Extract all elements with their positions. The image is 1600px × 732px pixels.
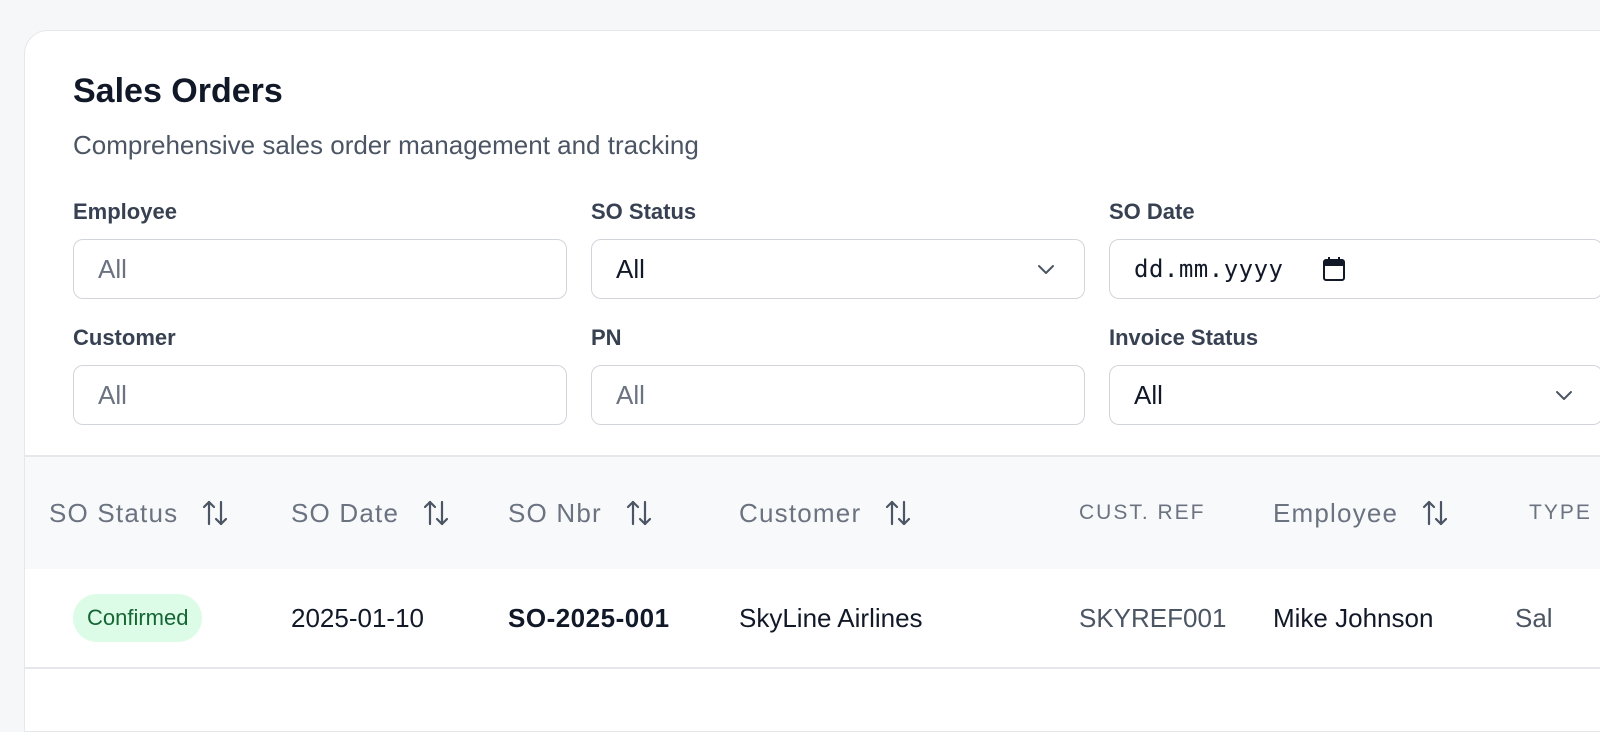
column-header-so-date[interactable]: SO Date [291,457,451,569]
column-header-customer[interactable]: Customer [739,457,913,569]
so-status-filter-label: SO Status [591,199,697,224]
cell-cust-ref: SKYREF001 [1079,602,1227,633]
sort-icon[interactable] [421,498,451,528]
sales-orders-card: Sales Orders Comprehensive sales order m… [24,30,1600,732]
column-header-so-status[interactable]: SO Status [49,457,230,569]
cell-so-date: 2025-01-10 [291,602,424,633]
sort-icon[interactable] [1420,498,1450,528]
table-row[interactable]: Confirmed 2025-01-10 SO-2025-001 SkyLine… [25,569,1600,669]
customer-input[interactable] [98,379,542,411]
pn-input[interactable] [616,379,1060,411]
invoice-status-select[interactable]: All [1109,365,1600,425]
status-badge: Confirmed [73,594,203,642]
column-header-label: Customer [739,497,862,528]
column-header-so-nbr[interactable]: SO Nbr [508,457,654,569]
sort-icon[interactable] [200,498,230,528]
column-header-employee[interactable]: Employee [1273,457,1450,569]
page-subtitle: Comprehensive sales order management and… [73,130,699,160]
so-date-filter-label: SO Date [1109,199,1195,224]
table-header: SO Status SO Date SO Nbr Customer CUST. … [25,455,1600,571]
cell-customer: SkyLine Airlines [739,602,923,633]
page-title: Sales Orders [73,72,283,110]
so-date-input[interactable]: dd.mm.yyyy [1109,239,1600,299]
so-status-filter: SO Status All [591,199,1085,299]
employee-filter: Employee [73,199,567,299]
pn-filter-label: PN [591,325,622,350]
invoice-status-filter-label: Invoice Status [1109,325,1259,350]
customer-filter-control[interactable] [73,365,567,425]
column-header-type: TYPE [1529,457,1592,569]
column-header-label: SO Date [291,497,400,528]
employee-filter-control[interactable] [73,239,567,299]
pn-filter-control[interactable] [591,365,1085,425]
column-header-label: SO Nbr [508,497,602,528]
invoice-status-select-value: All [1134,379,1163,410]
chevron-down-icon [1556,391,1572,400]
so-date-placeholder: dd.mm.yyyy [1134,255,1284,283]
customer-filter: Customer [73,325,567,425]
chevron-down-icon [1038,265,1054,274]
so-status-select[interactable]: All [591,239,1085,299]
so-date-filter: SO Date dd.mm.yyyy [1109,199,1600,299]
column-header-label: Employee [1273,497,1399,528]
so-status-select-value: All [616,253,645,284]
cell-so-nbr[interactable]: SO-2025-001 [508,569,670,667]
cell-employee: Mike Johnson [1273,602,1434,633]
employee-filter-label: Employee [73,199,177,224]
cell-so-status: Confirmed [73,569,203,667]
employee-input[interactable] [98,253,542,285]
sort-icon[interactable] [624,498,654,528]
column-header-cust-ref: CUST. REF [1079,457,1206,569]
customer-filter-label: Customer [73,325,176,350]
column-header-label: SO Status [49,497,179,528]
calendar-icon[interactable] [1322,256,1346,282]
cell-type: Sal [1515,602,1553,633]
invoice-status-filter: Invoice Status All [1109,325,1600,425]
sort-icon[interactable] [883,498,913,528]
pn-filter: PN [591,325,1085,425]
column-header-label: TYPE [1529,501,1592,524]
column-header-label: CUST. REF [1079,501,1206,524]
